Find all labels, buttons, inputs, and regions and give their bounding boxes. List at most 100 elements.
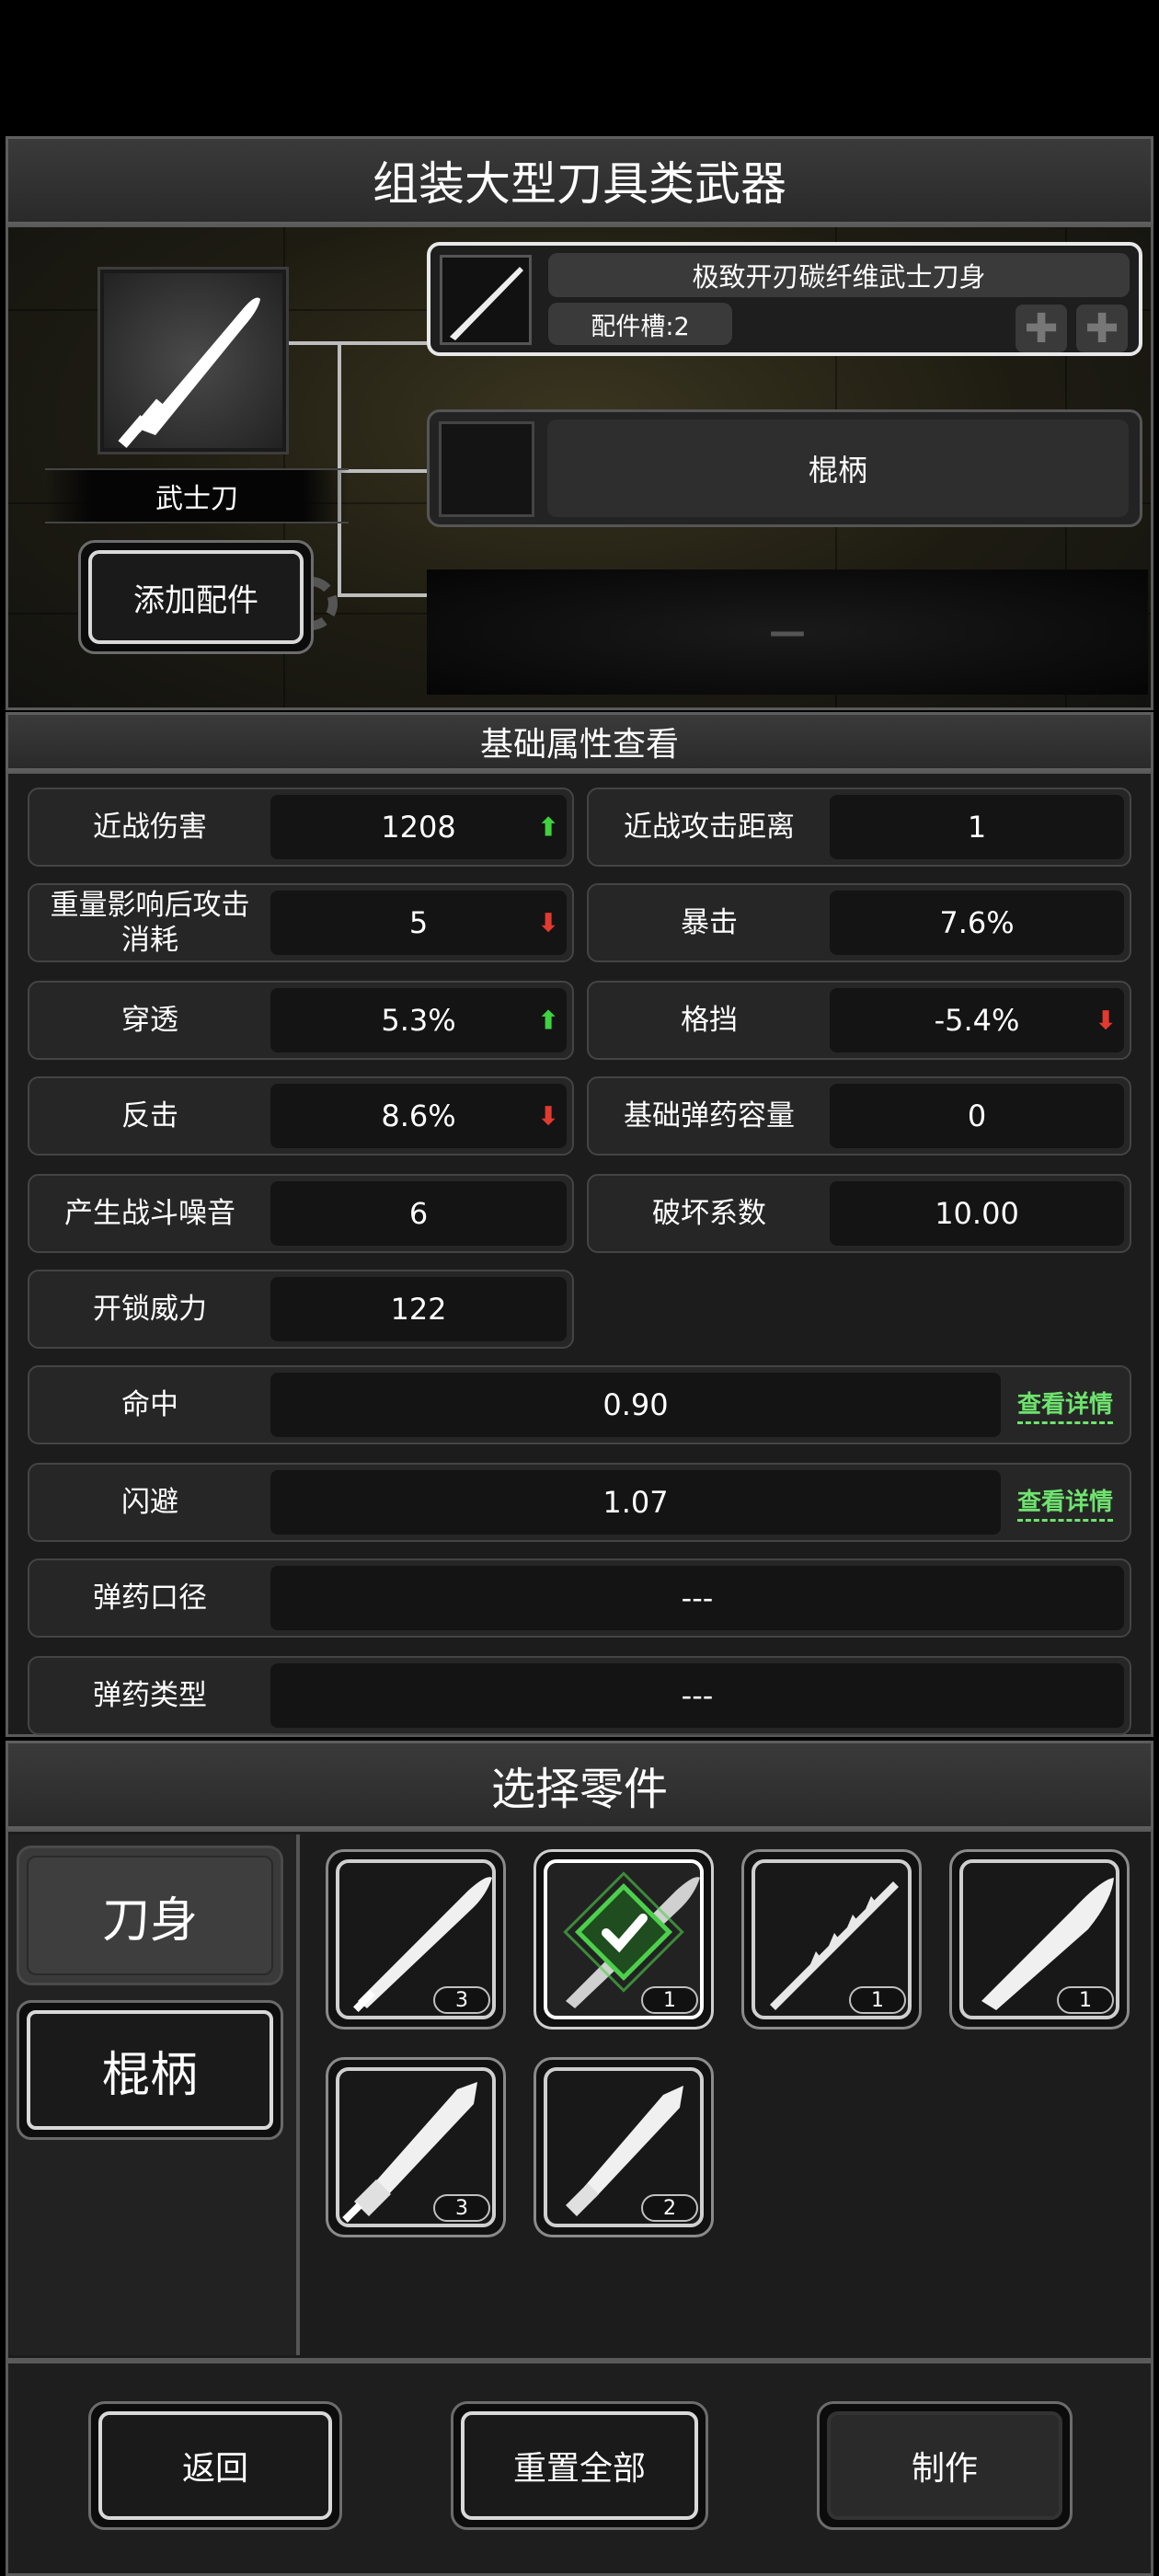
stats-section-title: 基础属性查看 (479, 726, 679, 764)
craft-button-inner: 制作 (827, 2411, 1062, 2520)
parts-section-title-bar: 选择零件 (6, 1741, 1153, 1829)
stat-value-box: 1 (830, 795, 1124, 859)
assembly-panel: 武士刀 添加配件 极致开刃碳纤维武士刀身 配件槽:2 ✚ ✚ 棍柄 — (6, 224, 1153, 710)
slot-locked: — (427, 569, 1148, 695)
part-slot-6[interactable]: 2 (534, 2057, 714, 2237)
add-part-label: 添加配件 (133, 581, 258, 619)
add-part-button-inner: 添加配件 (88, 550, 304, 644)
part-count-badge: 3 (433, 2194, 490, 2222)
slot-handle-icon-frame (439, 421, 534, 517)
stat-value: 1 (967, 810, 987, 845)
stat-label: 开锁威力 (93, 1293, 207, 1326)
stat-crit: 暴击 7.6% (587, 883, 1131, 962)
stat-label: 弹药类型 (93, 1679, 207, 1712)
stat-accuracy: 命中 0.90 查看详情 (28, 1365, 1131, 1444)
stat-evasion: 闪避 1.07 查看详情 (28, 1463, 1131, 1542)
arrow-down-icon: ⬇ (537, 907, 559, 938)
stat-value-box: 7.6% (830, 891, 1124, 955)
stat-value: --- (681, 1678, 714, 1713)
slot-blade-sub-box: 配件槽:2 (548, 303, 732, 345)
serrated-blade-icon (450, 267, 523, 340)
stat-value-box: 6 (270, 1181, 567, 1246)
reset-all-button[interactable]: 重置全部 (451, 2401, 708, 2530)
reset-all-button-label: 重置全部 (512, 2450, 646, 2488)
reset-all-button-inner: 重置全部 (461, 2411, 698, 2520)
stat-label: 暴击 (681, 906, 738, 939)
arrow-up-icon: ⬆ (537, 1005, 559, 1036)
stat-value-box: 1208 ⬆ (270, 795, 567, 859)
stat-label: 近战攻击距离 (624, 811, 795, 844)
page-title: 组装大型刀具类武器 (373, 157, 786, 211)
part-count-badge: 1 (641, 1986, 698, 2014)
weapon-name: 武士刀 (155, 483, 238, 515)
stat-value: 1208 (381, 810, 456, 845)
part-slot-5[interactable]: 3 (326, 2057, 506, 2237)
stat-value: 1.07 (602, 1485, 669, 1520)
page-title-bar: 组装大型刀具类武器 (6, 136, 1153, 224)
stat-value: 5.3% (381, 1003, 456, 1038)
stat-melee-range: 近战攻击距离 1 (587, 788, 1131, 867)
parts-section-title: 选择零件 (490, 1764, 668, 1815)
category-blade-label: 刀身 (101, 1892, 198, 1949)
stat-value: 0 (967, 1098, 987, 1133)
stat-value-box: 8.6% ⬇ (270, 1084, 567, 1148)
arrow-up-icon: ⬆ (537, 811, 559, 843)
evasion-details-link[interactable]: 查看详情 (1016, 1483, 1113, 1522)
craft-button-label: 制作 (911, 2450, 978, 2488)
stat-value-box: 1.07 (270, 1470, 1001, 1535)
add-part-button[interactable]: 添加配件 (78, 540, 314, 654)
part-slot-4[interactable]: 1 (949, 1849, 1130, 2030)
stat-value-box: 5.3% ⬆ (270, 988, 567, 1052)
stat-penetration: 穿透 5.3% ⬆ (28, 981, 574, 1060)
arrow-down-icon: ⬇ (537, 1100, 559, 1132)
stat-label: 格挡 (681, 1004, 738, 1037)
back-button-label: 返回 (181, 2450, 248, 2488)
stat-value: 5 (408, 905, 429, 940)
stat-label: 破坏系数 (652, 1197, 766, 1230)
weapon-name-plate: 武士刀 (45, 468, 349, 523)
stat-value: -5.4% (934, 1003, 1020, 1038)
stat-value: 10.00 (935, 1196, 1019, 1231)
stat-value: --- (681, 1581, 714, 1616)
stat-value-box: 0.90 (270, 1373, 1001, 1437)
slot-locked-placeholder: — (769, 611, 806, 653)
stat-melee-damage: 近战伤害 1208 ⬆ (28, 788, 574, 867)
category-tab-handle[interactable]: 棍柄 (17, 2000, 283, 2140)
part-slot-1[interactable]: 3 (326, 1849, 506, 2030)
category-tab-blade[interactable]: 刀身 (17, 1846, 283, 1985)
stat-label: 基础弹药容量 (624, 1099, 795, 1133)
category-tab-handle-inner: 棍柄 (27, 2010, 273, 2130)
craft-button[interactable]: 制作 (817, 2401, 1073, 2530)
slot-handle[interactable]: 棍柄 (427, 409, 1142, 527)
category-handle-label: 棍柄 (101, 2047, 198, 2103)
part-slot-3[interactable]: 1 (741, 1849, 922, 2030)
stat-counter: 反击 8.6% ⬇ (28, 1076, 574, 1156)
stat-noise: 产生战斗噪音 6 (28, 1174, 574, 1253)
accuracy-details-link[interactable]: 查看详情 (1016, 1386, 1113, 1424)
stat-value: 0.90 (602, 1387, 669, 1422)
weapon-icon-frame (98, 267, 289, 454)
stat-value: 7.6% (939, 905, 1015, 940)
katana-icon (118, 297, 260, 448)
stat-value-box: 5 ⬇ (270, 891, 567, 955)
slot-blade-name-box: 极致开刃碳纤维武士刀身 (548, 253, 1130, 297)
slot-blade-icon-frame (440, 255, 532, 345)
back-button[interactable]: 返回 (88, 2401, 342, 2530)
stat-value-box: --- (270, 1663, 1124, 1728)
stat-label: 产生战斗噪音 (64, 1197, 235, 1230)
slot-blade[interactable]: 极致开刃碳纤维武士刀身 配件槽:2 ✚ ✚ (427, 242, 1142, 356)
arrow-down-icon: ⬇ (1095, 1005, 1117, 1036)
part-count-badge: 1 (1057, 1986, 1114, 2014)
part-slot-2-selected[interactable]: 1 (534, 1849, 714, 2030)
stat-label: 近战伤害 (93, 811, 207, 844)
accessory-add-button-2[interactable]: ✚ (1076, 305, 1128, 352)
stat-value-box: -5.4% ⬇ (830, 988, 1124, 1052)
accessory-add-button-1[interactable]: ✚ (1016, 305, 1067, 352)
stat-label: 穿透 (121, 1004, 178, 1037)
stat-label: 重量影响后攻击消耗 (50, 889, 250, 957)
stat-label: 命中 (121, 1388, 178, 1421)
stat-value-box: --- (270, 1566, 1124, 1630)
stat-caliber: 弹药口径 --- (28, 1558, 1131, 1638)
stat-label: 反击 (121, 1099, 178, 1133)
stats-section-title-bar: 基础属性查看 (6, 712, 1153, 771)
